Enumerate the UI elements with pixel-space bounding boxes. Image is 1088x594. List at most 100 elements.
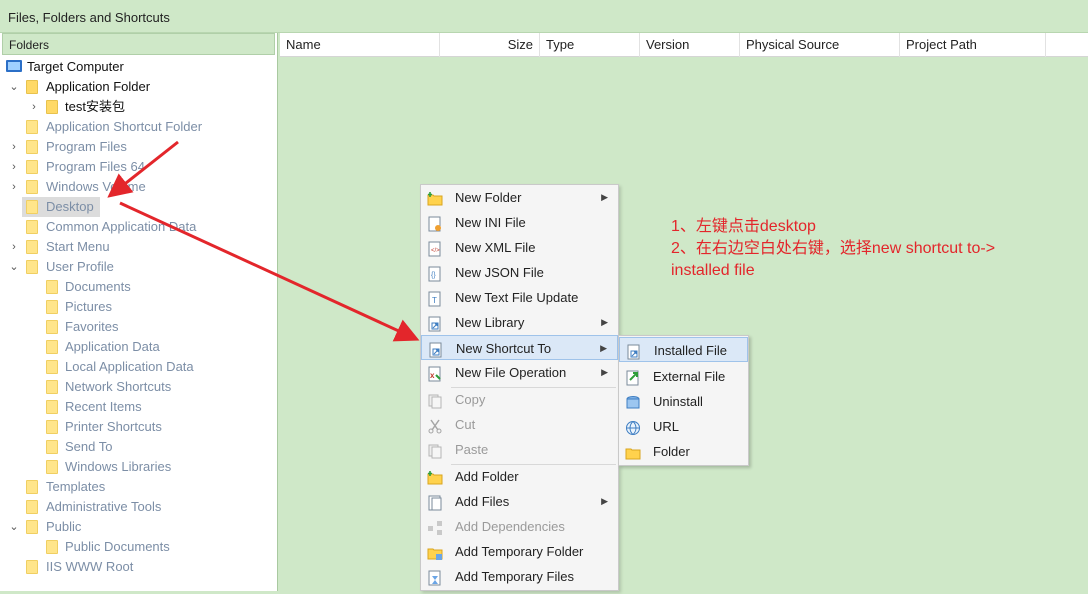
tree-item[interactable]: Recent Items (0, 397, 277, 417)
tree-item[interactable]: Application Shortcut Folder (0, 117, 277, 137)
tree-item[interactable]: Target Computer (0, 57, 277, 77)
tree-item[interactable]: ⌄ User Profile (0, 257, 277, 277)
tree-item[interactable]: Send To (0, 437, 277, 457)
tree-item-label: Windows Libraries (65, 459, 172, 474)
chevron-down-icon[interactable]: ⌄ (8, 517, 20, 537)
tree-item-label: Public Documents (65, 539, 170, 554)
column-name[interactable]: Name (280, 33, 440, 57)
menu-item-add-folder[interactable]: Add Folder (421, 464, 618, 489)
submenu-arrow-icon: ▶ (600, 343, 607, 353)
menu-item-label: Copy (455, 392, 486, 407)
menu-item-new-json-file[interactable]: {} New JSON File (421, 260, 618, 285)
context-menu: New Folder ▶ New INI File </> New XML File {}… (420, 184, 619, 591)
menu-item-new-shortcut-to[interactable]: New Shortcut To ▶ (421, 335, 618, 360)
annotation-line-1: 1、左键点击desktop (671, 218, 816, 235)
submenu-arrow-icon: ▶ (601, 496, 608, 506)
column-physical-source[interactable]: Physical Source (740, 33, 900, 57)
text-file-icon: T (427, 290, 443, 307)
menu-item-new-xml-file[interactable]: </> New XML File (421, 235, 618, 260)
tree-item-label: Recent Items (65, 399, 142, 414)
menu-item-new-ini-file[interactable]: New INI File (421, 210, 618, 235)
folder-icon (46, 340, 58, 354)
chevron-right-icon[interactable]: › (8, 237, 20, 257)
tree-item[interactable]: Favorites (0, 317, 277, 337)
tree-item[interactable]: IIS WWW Root (0, 557, 277, 577)
chevron-right-icon[interactable]: › (8, 157, 20, 177)
tree-item[interactable]: Windows Libraries (0, 457, 277, 477)
menu-item-label: New JSON File (455, 265, 544, 280)
menu-item-label: New INI File (455, 215, 526, 230)
tree-item[interactable]: › Program Files (0, 137, 277, 157)
json-file-icon: {} (427, 265, 443, 282)
column-type[interactable]: Type (540, 33, 640, 57)
temp-folder-icon (427, 544, 443, 560)
submenu-item-external-file[interactable]: External File (619, 364, 748, 389)
tree-item-label: Documents (65, 279, 131, 294)
menu-item-new-library[interactable]: New Library ▶ (421, 310, 618, 335)
tree-item[interactable]: Documents (0, 277, 277, 297)
tree-item-label: Templates (46, 479, 106, 494)
folder-icon (46, 100, 58, 114)
submenu-item-folder[interactable]: Folder (619, 439, 748, 464)
tree-item-label: Local Application Data (65, 359, 194, 374)
folder-icon (46, 460, 58, 474)
new-folder-icon (427, 190, 443, 206)
menu-item-new-folder[interactable]: New Folder ▶ (421, 185, 618, 210)
files-pane[interactable]: Name Size Type Version Physical Source P… (280, 33, 1088, 591)
menu-item-new-text-file-update[interactable]: T New Text File Update (421, 285, 618, 310)
window-title: Files, Folders and Shortcuts (0, 0, 1088, 33)
menu-item-label: Add Temporary Folder (455, 544, 584, 559)
shortcut-icon (428, 341, 444, 358)
tree-item[interactable]: Local Application Data (0, 357, 277, 377)
submenu-item-uninstall[interactable]: Uninstall (619, 389, 748, 414)
tree-item[interactable]: Network Shortcuts (0, 377, 277, 397)
tree-item[interactable]: Pictures (0, 297, 277, 317)
tree-item[interactable]: › Program Files 64 (0, 157, 277, 177)
folder-icon (46, 360, 58, 374)
menu-item-add-temporary-files[interactable]: Add Temporary Files (421, 564, 618, 589)
submenu-item-label: URL (653, 419, 680, 434)
tree-item[interactable]: › test安装包 (0, 97, 277, 117)
tree-item[interactable]: ⌄ Application Folder (0, 77, 277, 97)
folder-icon (26, 260, 38, 274)
menu-item-add-temporary-folder[interactable]: Add Temporary Folder (421, 539, 618, 564)
shortcut-submenu: Installed File External File Uninstall URL F… (618, 335, 749, 466)
menu-item-new-file-operation[interactable]: x New File Operation ▶ (421, 360, 618, 385)
tree-item[interactable]: › Start Menu (0, 237, 277, 257)
tree-item-label: Printer Shortcuts (65, 419, 162, 434)
chevron-right-icon[interactable]: › (28, 97, 40, 117)
svg-text:</>: </> (431, 248, 440, 254)
external-file-icon (625, 369, 641, 386)
tree-item[interactable]: Administrative Tools (0, 497, 277, 517)
column-size[interactable]: Size (440, 33, 540, 57)
chevron-down-icon[interactable]: ⌄ (8, 77, 20, 97)
tree-item[interactable]: Public Documents (0, 537, 277, 557)
tree-item[interactable]: Common Application Data (0, 217, 277, 237)
tree-item[interactable]: Desktop (0, 197, 277, 217)
xml-file-icon: </> (427, 240, 443, 257)
file-operation-icon: x (427, 365, 443, 382)
tree-item-label: User Profile (46, 259, 114, 274)
tree-item[interactable]: › Windows Volume (0, 177, 277, 197)
chevron-down-icon[interactable]: ⌄ (8, 257, 20, 277)
submenu-item-installed-file[interactable]: Installed File (619, 337, 748, 362)
folder-icon (46, 300, 58, 314)
tree-item-label: Application Data (65, 339, 160, 354)
tree-item[interactable]: Templates (0, 477, 277, 497)
menu-item-label: New XML File (455, 240, 536, 255)
chevron-right-icon[interactable]: › (8, 137, 20, 157)
menu-item-label: New File Operation (455, 365, 567, 380)
menu-item-copy: Copy (421, 387, 618, 412)
folders-header: Folders (2, 33, 275, 55)
column-project-path[interactable]: Project Path (900, 33, 1046, 57)
column-version[interactable]: Version (640, 33, 740, 57)
submenu-arrow-icon: ▶ (601, 317, 608, 327)
menu-item-add-files[interactable]: Add Files ▶ (421, 489, 618, 514)
tree-item[interactable]: Application Data (0, 337, 277, 357)
menu-item-cut: Cut (421, 412, 618, 437)
tree-item[interactable]: ⌄ Public (0, 517, 277, 537)
installed-file-icon (626, 343, 642, 360)
tree-item[interactable]: Printer Shortcuts (0, 417, 277, 437)
chevron-right-icon[interactable]: › (8, 177, 20, 197)
submenu-item-url[interactable]: URL (619, 414, 748, 439)
